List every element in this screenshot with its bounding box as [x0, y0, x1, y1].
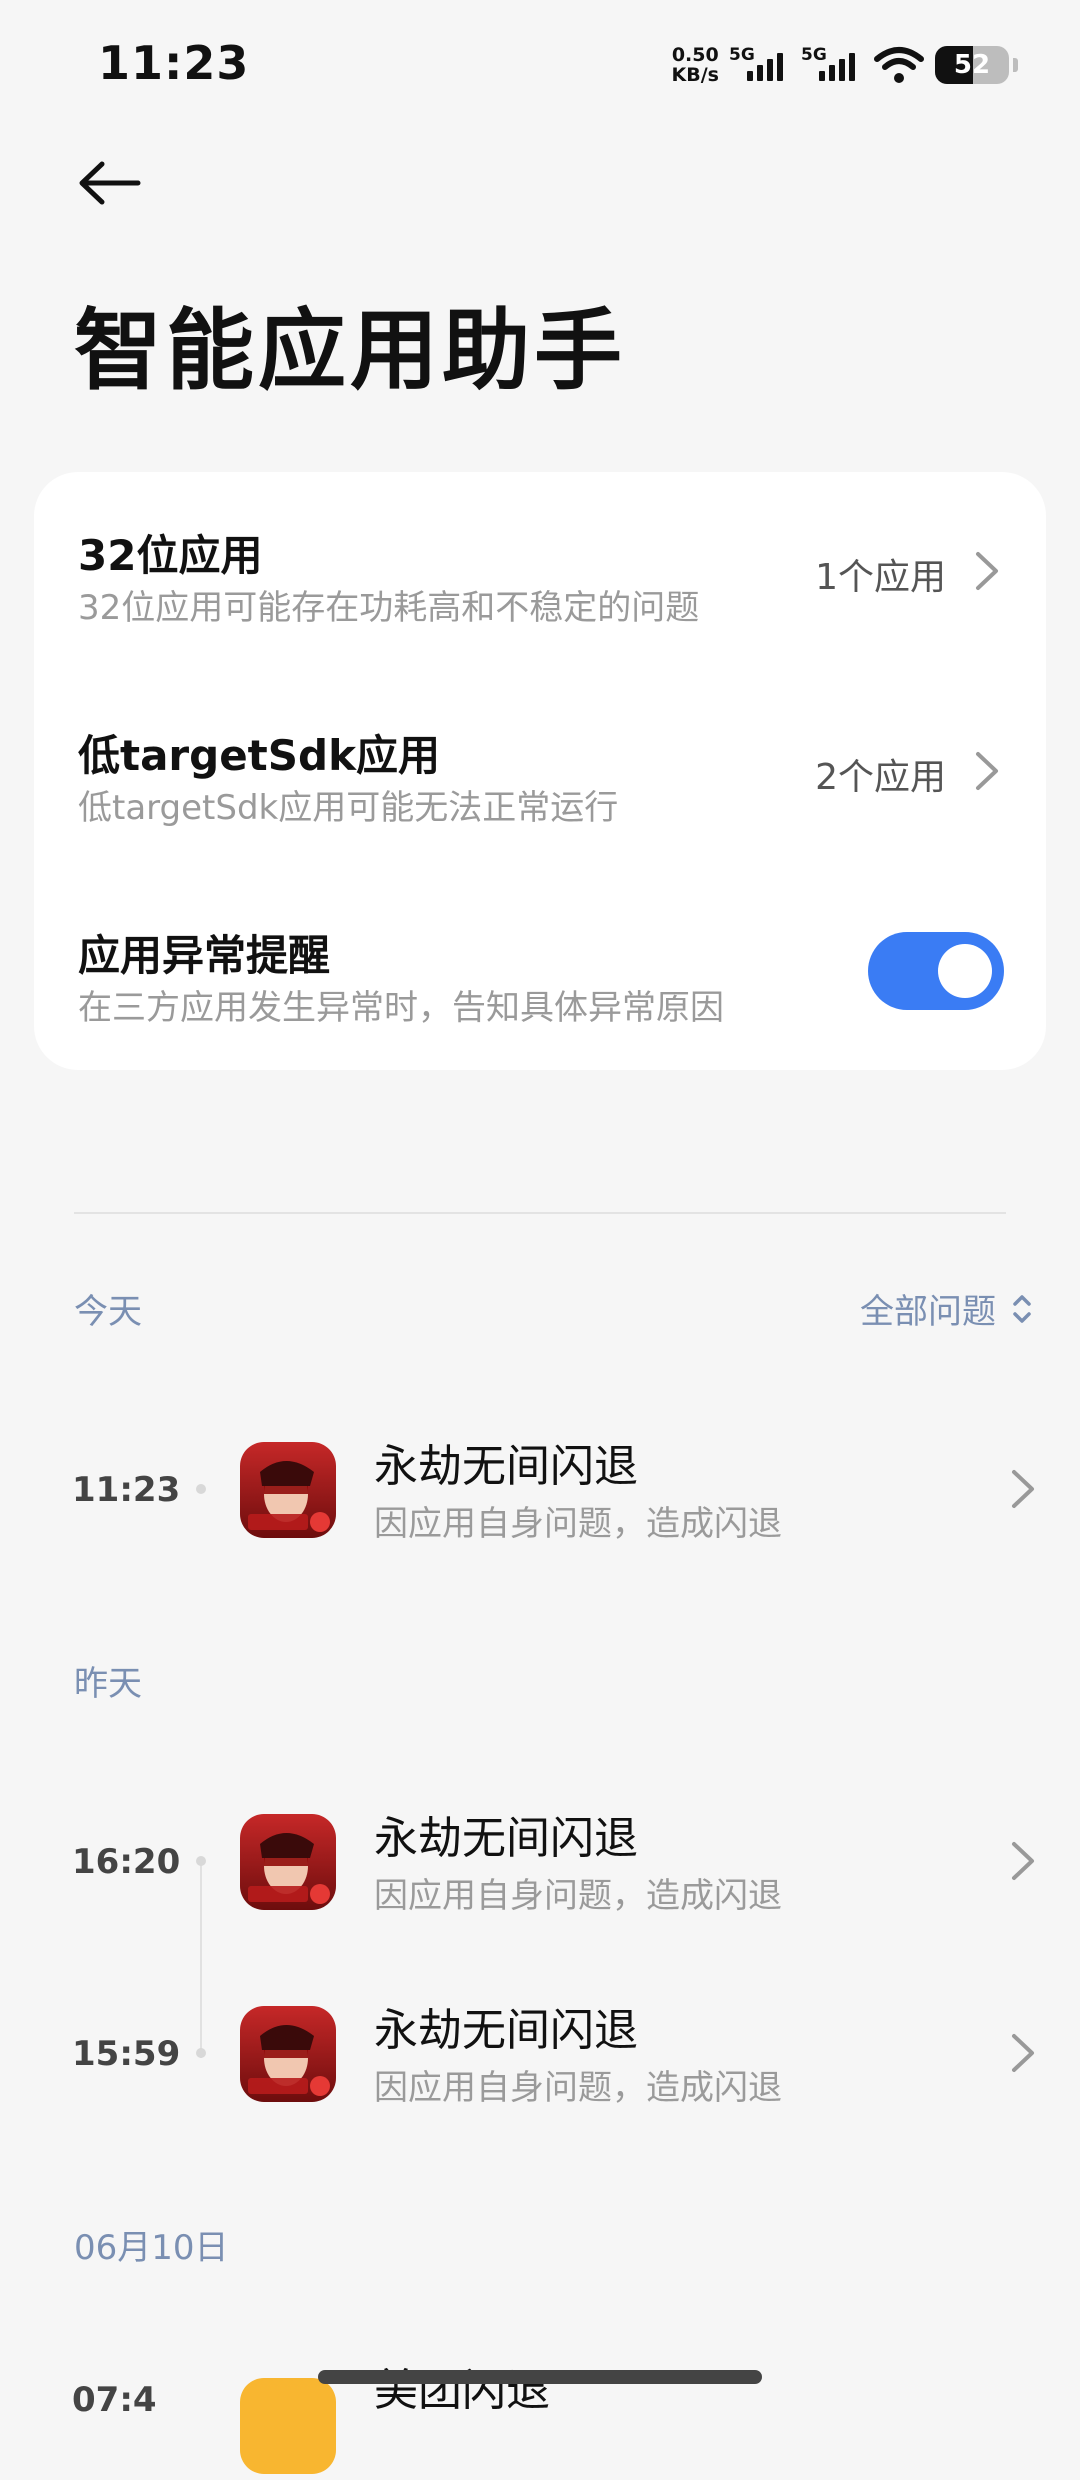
entry-time: 07:4: [72, 2380, 157, 2420]
section-divider: [74, 1212, 1006, 1214]
bit32-apps-row[interactable]: 32位应用 32位应用可能存在功耗高和不稳定的问题 1个应用: [34, 472, 1046, 652]
low-target-sdk-title: 低targetSdk应用: [78, 731, 441, 780]
crash-entry[interactable]: 16:20 永劫无间闪退 因应用自身问题，造成闪退: [0, 1802, 1080, 1922]
entry-title: 永劫无间闪退: [374, 1441, 638, 1492]
bit32-apps-title: 32位应用: [78, 531, 263, 580]
sim1-signal-icon: 5G: [729, 45, 791, 85]
battery-level: 52: [953, 50, 991, 80]
timeline-dot: [196, 1856, 206, 1866]
naraka-app-icon: [240, 1814, 336, 1910]
settings-card: 32位应用 32位应用可能存在功耗高和不稳定的问题 1个应用 低targetSd…: [34, 472, 1046, 1070]
bit32-apps-count: 1个应用: [815, 557, 946, 598]
low-target-sdk-subtitle: 低targetSdk应用可能无法正常运行: [78, 788, 619, 828]
crash-entry[interactable]: 15:59 永劫无间闪退 因应用自身问题，造成闪退: [0, 1994, 1080, 2114]
section-date-jun10: 06月10日: [74, 2228, 229, 2268]
problem-filter-label: 全部问题: [860, 1292, 996, 1332]
crash-alert-row: 应用异常提醒 在三方应用发生异常时，告知具体异常原因: [34, 872, 1046, 1052]
network-speed: 0.50 KB/s: [672, 45, 719, 85]
chevron-right-icon: [976, 752, 998, 790]
entry-time: 15:59: [72, 2034, 181, 2074]
home-indicator[interactable]: [318, 2370, 762, 2384]
entry-reason: 因应用自身问题，造成闪退: [374, 2068, 782, 2108]
battery-tip: [1013, 58, 1018, 72]
chevron-right-icon: [976, 552, 998, 590]
status-icons: 0.50 KB/s 5G 5G 52: [672, 42, 1018, 88]
status-bar: 11:23 0.50 KB/s 5G 5G 52: [0, 0, 1080, 130]
timeline-dot: [196, 1484, 206, 1494]
entry-title: 永劫无间闪退: [374, 1813, 638, 1864]
low-target-sdk-row[interactable]: 低targetSdk应用 低targetSdk应用可能无法正常运行 2个应用: [34, 672, 1046, 852]
back-arrow-icon: [79, 161, 141, 205]
meituan-app-icon: [240, 2378, 336, 2474]
entry-time: 16:20: [72, 1842, 181, 1882]
entry-title: 美团闪退: [374, 2365, 550, 2416]
battery-icon: 52: [935, 46, 1009, 84]
chevron-right-icon: [1012, 1842, 1034, 1880]
network-speed-unit: KB/s: [671, 64, 719, 86]
entry-reason: 因应用自身问题，造成闪退: [374, 1504, 782, 1544]
toggle-knob: [938, 944, 992, 998]
entry-title: 永劫无间闪退: [374, 2005, 638, 2056]
bit32-apps-subtitle: 32位应用可能存在功耗高和不稳定的问题: [78, 588, 700, 628]
section-yesterday: 昨天: [74, 1664, 142, 1704]
back-button[interactable]: [70, 148, 150, 218]
entry-time: 11:23: [72, 1470, 181, 1510]
status-time: 11:23: [98, 36, 250, 90]
network-speed-value: 0.50: [671, 44, 719, 66]
crash-alert-title: 应用异常提醒: [78, 931, 331, 980]
timeline-dot: [196, 2048, 206, 2058]
entry-reason: 因应用自身问题，造成闪退: [374, 1876, 782, 1916]
low-target-sdk-count: 2个应用: [815, 757, 946, 798]
page-title: 智能应用助手: [74, 299, 627, 402]
chevron-right-icon: [1012, 1470, 1034, 1508]
sim2-signal-icon: 5G: [801, 45, 863, 85]
up-down-chevron-icon: [1013, 1294, 1031, 1323]
problem-filter-dropdown[interactable]: 全部问题: [860, 1284, 1034, 1333]
naraka-app-icon: [240, 2006, 336, 2102]
section-today: 今天: [74, 1292, 142, 1332]
crash-entry[interactable]: 11:23 永劫无间闪退 因应用自身问题，造成闪退: [0, 1430, 1080, 1550]
crash-alert-toggle[interactable]: [868, 932, 1004, 1010]
naraka-app-icon: [240, 1442, 336, 1538]
crash-alert-subtitle: 在三方应用发生异常时，告知具体异常原因: [78, 988, 724, 1028]
wifi-icon: [874, 47, 924, 83]
chevron-right-icon: [1012, 2034, 1034, 2072]
